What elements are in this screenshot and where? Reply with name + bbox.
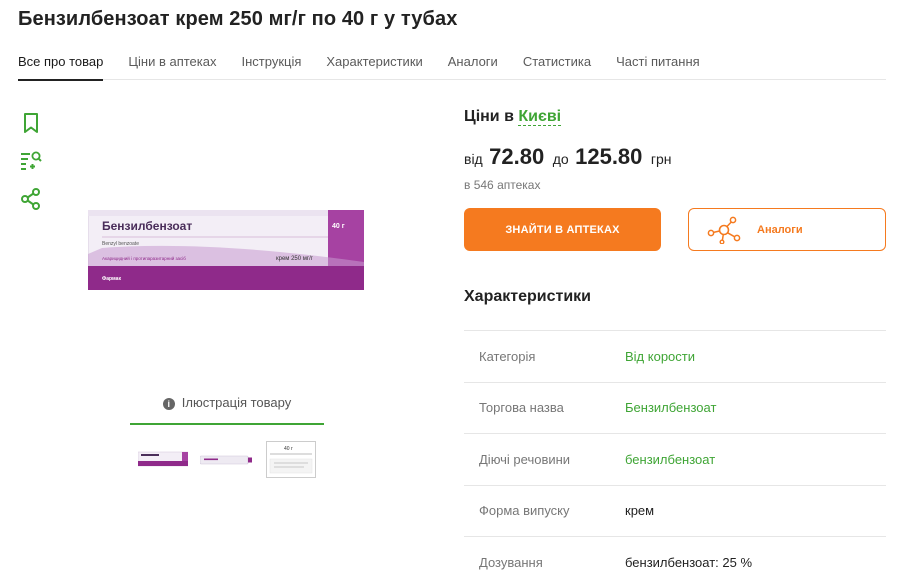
tab-characteristics[interactable]: Характеристики	[326, 44, 422, 80]
page-title: Бензилбензоат крем 250 мг/г по 40 г у ту…	[18, 8, 458, 30]
characteristic-key: Дозування	[479, 554, 543, 570]
product-box-illustration: Бензилбензоат Benzyl benzoate 40 г Акари…	[87, 209, 365, 291]
tab-analogs[interactable]: Аналоги	[448, 44, 498, 80]
analogs-button[interactable]: Аналоги	[688, 208, 886, 251]
thumbnail-3-text: 40 г	[284, 446, 293, 452]
table-row: Діючі речовини бензилбензоат	[464, 433, 886, 485]
price-range: від 72.80 до 125.80 грн	[464, 144, 671, 170]
tab-statistics[interactable]: Статистика	[523, 44, 591, 80]
characteristic-value-link[interactable]: бензилбензоат	[625, 452, 715, 467]
table-row: Категорія Від корости	[464, 330, 886, 382]
table-row: Торгова назва Бензилбензоат	[464, 381, 886, 434]
molecule-icon	[707, 216, 741, 244]
price-min: 72.80	[489, 144, 545, 169]
box-product-name: Бензилбензоат	[102, 219, 192, 233]
tab-faq[interactable]: Часті питання	[616, 44, 700, 80]
thumbnail-1[interactable]	[138, 450, 188, 468]
box-description: Акарицидний і протипаразитарний засіб	[102, 255, 186, 261]
table-row: Форма випуску крем	[464, 484, 886, 537]
price-to-label: до	[552, 151, 569, 167]
box-latin-name: Benzyl benzoate	[102, 241, 139, 247]
product-image[interactable]: Бензилбензоат Benzyl benzoate 40 г Акари…	[87, 209, 365, 291]
box-weight: 40 г	[332, 223, 345, 230]
city-selector[interactable]: Києві	[518, 108, 562, 126]
characteristic-key: Форма випуску	[479, 503, 570, 519]
price-from-label: від	[464, 151, 483, 167]
find-in-pharmacies-button[interactable]: ЗНАЙТИ В АПТЕКАХ	[464, 208, 661, 251]
characteristic-value-link[interactable]: Бензилбензоат	[625, 400, 716, 415]
prices-heading: Ціни в Києві	[464, 108, 562, 126]
characteristic-value: бензилбензоат: 25 %	[625, 554, 753, 570]
characteristics-heading: Характеристики	[464, 288, 592, 305]
bookmark-icon[interactable]	[18, 110, 44, 136]
price-max: 125.80	[575, 144, 643, 169]
box-dose: крем 250 мг/г	[276, 256, 314, 262]
price-currency: грн	[650, 151, 672, 167]
analogs-button-label: Аналоги	[757, 223, 803, 236]
thumbnail-2[interactable]	[200, 454, 252, 466]
share-icon[interactable]	[18, 186, 44, 212]
prices-heading-text: Ціни в	[464, 108, 514, 125]
illustration-label: Ілюстрація товару	[181, 395, 292, 410]
characteristic-key: Торгова назва	[479, 400, 564, 416]
characteristic-key: Діючі речовини	[479, 451, 571, 467]
table-row: Дозування бензилбензоат: 25 %	[464, 536, 886, 581]
tab-instruction[interactable]: Інструкція	[241, 44, 301, 80]
side-actions	[18, 110, 44, 224]
product-tabs: Все про товар Ціни в аптеках Інструкція …	[18, 44, 886, 81]
characteristic-value: крем	[625, 503, 655, 519]
pharmacy-count: в 546 аптеках	[464, 178, 541, 192]
add-to-list-icon[interactable]	[18, 148, 44, 174]
characteristic-key: Категорія	[479, 348, 536, 364]
tab-prices[interactable]: Ціни в аптеках	[128, 44, 216, 80]
thumbnail-3[interactable]: 40 г	[266, 441, 316, 478]
box-manufacturer: Фармак	[102, 276, 121, 282]
info-icon: i	[162, 398, 175, 410]
characteristics-table: Категорія Від корости Торгова назва Бенз…	[464, 330, 886, 581]
characteristic-value-link[interactable]: Від корости	[625, 349, 695, 364]
tab-all-about[interactable]: Все про товар	[18, 44, 104, 81]
illustration-caption: i Ілюстрація товару	[130, 393, 324, 425]
